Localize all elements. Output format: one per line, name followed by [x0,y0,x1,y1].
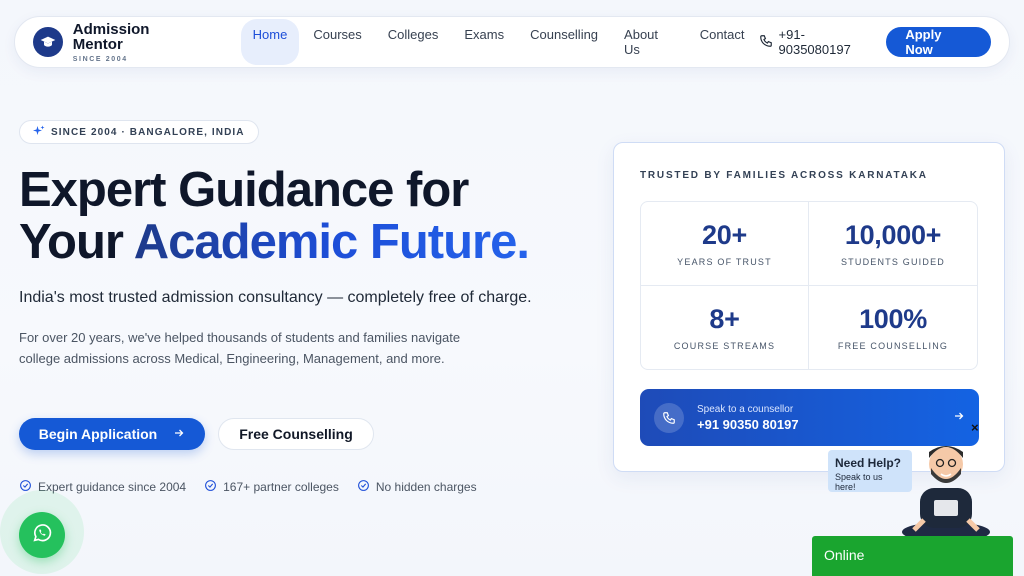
menu-item-exams[interactable]: Exams [452,19,516,65]
stat-label: YEARS OF TRUST [677,256,772,267]
main-menu: Home Courses Colleges Exams Counselling … [240,19,759,65]
brand[interactable]: Admission Mentor SINCE 2004 [73,22,203,63]
help-subtitle: Speak to us here! [835,472,883,492]
stat-streams: 8+ COURSE STREAMS [641,285,809,369]
begin-application-button[interactable]: Begin Application [19,418,205,450]
phone-icon [759,34,773,51]
since-pill-text: SINCE 2004 · BANGALORE, INDIA [51,126,245,138]
menu-item-contact[interactable]: Contact [688,19,757,65]
stat-years: 20+ YEARS OF TRUST [641,202,809,286]
feature-item: 167+ partner colleges [204,479,339,495]
arrow-right-icon [953,409,965,427]
support-agent-illustration [902,446,990,542]
nav-phone-number: +91-9035080197 [778,27,851,57]
headline-line-2-plain: Your [19,215,134,269]
graduation-cap-icon[interactable] [33,27,63,57]
stat-value: 20+ [702,219,747,250]
stat-students: 10,000+ STUDENTS GUIDED [809,202,977,286]
hero-tagline: India's most trusted admission consultan… [19,289,532,306]
arrow-right-icon [173,426,185,442]
check-circle-icon [357,479,370,495]
menu-item-courses[interactable]: Courses [301,19,373,65]
hero-description: For over 20 years, we've helped thousand… [19,330,461,366]
close-icon[interactable]: × [971,420,979,435]
feature-item: No hidden charges [357,479,477,495]
begin-application-label: Begin Application [38,426,158,442]
nav-phone[interactable]: +91-9035080197 [759,27,877,57]
sparkle-icon [33,125,45,140]
stat-label: FREE COUNSELLING [837,340,949,351]
since-pill: SINCE 2004 · BANGALORE, INDIA [19,120,259,144]
feature-label: No hidden charges [375,480,477,494]
menu-item-counselling[interactable]: Counselling [518,19,610,65]
hero-features: Expert guidance since 2004 167+ partner … [19,479,477,495]
hero-headline: Expert Guidance for Your Academic Future… [19,164,619,268]
stat-value: 10,000+ [844,219,942,250]
top-navbar: Admission Mentor SINCE 2004 Home Courses… [14,16,1010,68]
apply-now-button[interactable]: Apply Now [886,27,991,57]
stat-value: 8+ [709,303,740,334]
menu-item-colleges[interactable]: Colleges [376,19,451,65]
menu-item-home[interactable]: Home [240,19,300,65]
online-status-bar[interactable]: Online [812,536,1013,576]
speak-phone-number: +91 90350 80197 [697,416,799,432]
stat-label: STUDENTS GUIDED [840,256,945,267]
menu-item-about[interactable]: About Us [612,19,686,65]
free-counselling-button[interactable]: Free Counselling [218,418,374,450]
stat-value: 100% [859,303,927,334]
whatsapp-icon [31,522,53,549]
brand-since: SINCE 2004 [72,55,128,63]
card-eyebrow: TRUSTED BY FAMILIES ACROSS KARNATAKA [640,170,928,181]
stat-free: 100% FREE COUNSELLING [809,286,977,370]
speak-text: Speak to a counsellor +91 90350 80197 [697,404,799,432]
feature-label: 167+ partner colleges [223,480,339,494]
stats-grid: 20+ YEARS OF TRUST 10,000+ STUDENTS GUID… [640,201,978,370]
headline-line-2-accent: Academic Future. [133,215,530,269]
trust-stats-card: TRUSTED BY FAMILIES ACROSS KARNATAKA 20+… [613,142,1005,472]
check-circle-icon [204,479,217,495]
speak-caption: Speak to a counsellor [697,403,794,415]
phone-icon [654,402,684,433]
brand-name: Admission Mentor [72,20,150,53]
feature-label: Expert guidance since 2004 [38,480,187,494]
stat-label: COURSE STREAMS [673,340,776,351]
whatsapp-button[interactable] [19,512,65,558]
headline-line-1: Expert Guidance for [19,163,469,217]
help-title: Need Help? [835,456,902,470]
